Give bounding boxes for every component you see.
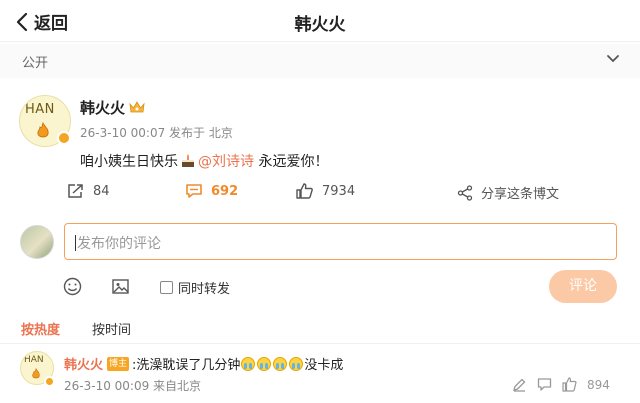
text-caret — [75, 235, 76, 251]
like-icon — [296, 183, 313, 199]
comment-item: 韩火火 博主 :洗澡耽误了几分钟 没卡成 — [64, 354, 343, 373]
verified-badge-icon — [44, 376, 55, 387]
comment-tools: 894 — [512, 377, 610, 392]
like-button[interactable]: 7934 — [296, 183, 355, 199]
like-small-icon[interactable] — [562, 377, 577, 392]
comment-like-count: 894 — [587, 377, 610, 392]
comment-placeholder: 发布你的评论 — [77, 236, 161, 252]
crying-emoji-icon — [273, 356, 288, 371]
repost-count: 84 — [93, 183, 110, 199]
checkbox-box[interactable] — [160, 281, 173, 294]
post-meta: 26-3-10 00:07 发布于 北京 — [80, 126, 233, 140]
avatar-han-text: HAN — [25, 102, 55, 117]
verified-badge-icon — [57, 131, 71, 145]
repost-button[interactable]: 84 — [67, 183, 110, 199]
comment-input[interactable]: 发布你的评论 — [64, 223, 617, 260]
author-tag-badge: 博主 — [107, 356, 130, 371]
comment-meta: 26-3-10 00:09 来自北京 — [64, 379, 202, 393]
visibility-label: 公开 — [22, 56, 49, 71]
visibility-scope-row[interactable]: 公开 — [0, 44, 640, 78]
cake-icon — [182, 154, 194, 167]
crying-emoji-icon — [257, 356, 272, 371]
share-label: 分享这条博文 — [481, 187, 560, 202]
flame-icon — [32, 368, 40, 379]
post-action-bar: 84 692 7934 分享这条博文 — [0, 178, 640, 206]
chevron-down-icon[interactable] — [606, 54, 620, 64]
comment-icon — [186, 184, 202, 198]
divider — [0, 343, 640, 344]
top-bar: 返回 韩火火 — [0, 0, 640, 42]
mention-link[interactable]: @刘诗诗 — [198, 154, 254, 170]
flame-icon — [37, 122, 49, 138]
comment-text-part: 没卡成 — [304, 358, 344, 373]
sort-by-time-tab[interactable]: 按时间 — [92, 319, 131, 338]
like-count: 7934 — [322, 183, 356, 199]
crying-emoji-icon — [241, 356, 256, 371]
sort-by-hot-tab[interactable]: 按热度 — [21, 319, 60, 338]
post-text-part: 永远爱你！ — [254, 154, 329, 170]
comment-button[interactable]: 692 — [185, 183, 238, 199]
comment-text-part: :洗澡耽误了几分钟 — [132, 358, 241, 373]
edit-icon[interactable] — [512, 377, 527, 392]
post-author-name[interactable]: 韩火火 — [80, 97, 125, 118]
share-icon — [457, 184, 473, 201]
reply-icon[interactable] — [537, 377, 552, 392]
submit-comment-button[interactable]: 评论 — [549, 270, 617, 303]
image-icon[interactable] — [111, 277, 130, 296]
repost-also-checkbox[interactable]: 同时转发 — [160, 278, 230, 297]
avatar-han-text: HAN — [24, 355, 44, 365]
crying-emoji-icon — [289, 356, 304, 371]
emoji-icon[interactable] — [63, 277, 82, 296]
post-text: 咱小姨生日快乐 @刘诗诗 永远爱你！ — [80, 151, 328, 171]
current-user-avatar[interactable] — [20, 225, 54, 259]
comment-count: 692 — [211, 183, 239, 199]
repost-also-label: 同时转发 — [178, 282, 231, 297]
page-title: 韩火火 — [294, 15, 346, 35]
crown-icon — [129, 101, 145, 113]
post-text-part: 咱小姨生日快乐 — [80, 154, 178, 170]
share-button[interactable]: 分享这条博文 — [457, 183, 559, 202]
comment-author-name[interactable]: 韩火火 — [64, 354, 103, 373]
repost-icon — [68, 184, 83, 198]
